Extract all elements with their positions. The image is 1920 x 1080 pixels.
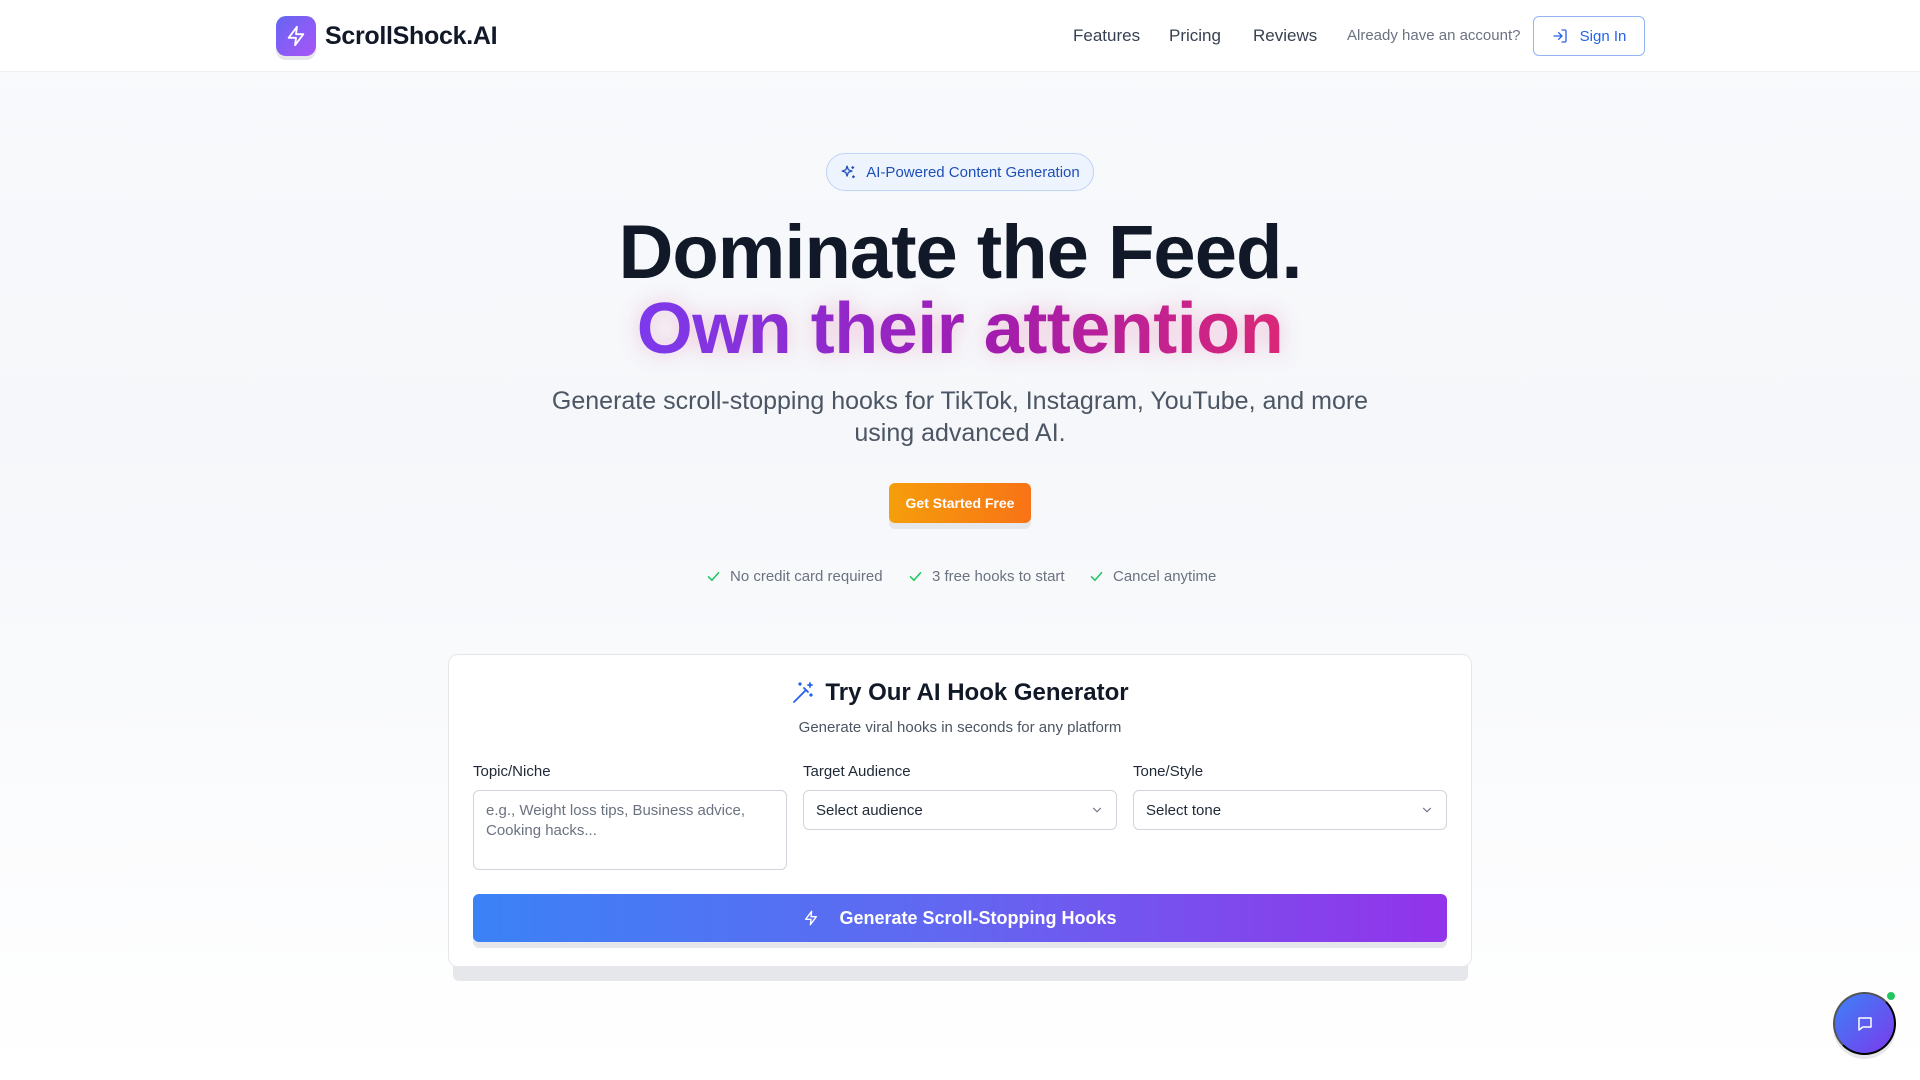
nav-link-pricing[interactable]: Pricing (1169, 26, 1221, 46)
perk-item: No credit card required (706, 568, 883, 585)
topic-input[interactable] (473, 790, 787, 870)
chat-icon (1857, 1016, 1872, 1031)
perk-item: 3 free hooks to start (908, 568, 1065, 585)
brand-name: ScrollShock.AI (325, 21, 498, 50)
chevron-down-icon (1422, 807, 1432, 813)
account-prompt: Already have an account? (1347, 27, 1521, 44)
check-icon (909, 571, 922, 582)
perk-label: Cancel anytime (1113, 568, 1217, 585)
audience-select-value: Select audience (816, 801, 923, 819)
sign-in-label: Sign In (1579, 27, 1627, 45)
chevron-down-icon (1092, 807, 1102, 813)
tone-select-value: Select tone (1146, 801, 1222, 819)
hero-badge: AI-Powered Content Generation (826, 153, 1094, 191)
tone-select[interactable]: Select tone (1133, 790, 1447, 830)
perk-item: Cancel anytime (1089, 568, 1216, 585)
chat-button[interactable] (1833, 992, 1896, 1055)
perks-list: No credit card required 3 free hooks to … (0, 568, 1920, 592)
brand-logo (276, 16, 316, 56)
sign-in-icon (1552, 29, 1567, 43)
nav-link-features[interactable]: Features (1073, 26, 1140, 46)
brand[interactable]: ScrollShock.AI (276, 16, 498, 56)
perk-label: No credit card required (730, 568, 883, 585)
lightning-icon (805, 910, 818, 926)
generator-title-text: Try Our AI Hook Generator (825, 679, 1129, 706)
magic-wand-icon (793, 682, 814, 703)
generator-subtitle: Generate viral hooks in seconds for any … (798, 719, 1122, 736)
sign-in-button[interactable]: Sign In (1533, 16, 1645, 56)
sparkles-icon (841, 164, 856, 178)
hook-generator-card: Try Our AI Hook Generator Generate viral… (448, 654, 1472, 967)
hero-title-highlight: Own their attention (0, 287, 1920, 371)
hero-subtitle-line-2: using advanced AI. (854, 419, 1066, 447)
hero-title-highlight-text: Own their attention (636, 289, 1284, 369)
hero-badge-label: AI-Powered Content Generation (866, 163, 1080, 181)
navbar: ScrollShock.AI Features Pricing Reviews … (0, 0, 1920, 72)
hero-subtitle-line-1: Generate scroll-stopping hooks for TikTo… (551, 387, 1369, 415)
generate-hooks-label: Generate Scroll-Stopping Hooks (839, 907, 1117, 928)
topic-label: Topic/Niche (473, 763, 551, 780)
generate-hooks-button[interactable]: Generate Scroll-Stopping Hooks (473, 894, 1447, 942)
hero-title: Dominate the Feed. (618, 210, 1303, 295)
check-icon (707, 571, 720, 582)
check-icon (1090, 571, 1103, 582)
tone-label: Tone/Style (1133, 763, 1204, 780)
get-started-button[interactable]: Get Started Free (889, 483, 1031, 523)
audience-select[interactable]: Select audience (803, 790, 1117, 830)
online-status-dot (1885, 990, 1897, 1002)
audience-label: Target Audience (803, 763, 911, 780)
nav-link-reviews[interactable]: Reviews (1253, 26, 1317, 46)
hero-subtitle: Generate scroll-stopping hooks for TikTo… (0, 385, 1920, 449)
lightning-icon (287, 25, 305, 47)
generator-title: Try Our AI Hook Generator (449, 679, 1471, 707)
perk-label: 3 free hooks to start (932, 568, 1065, 585)
